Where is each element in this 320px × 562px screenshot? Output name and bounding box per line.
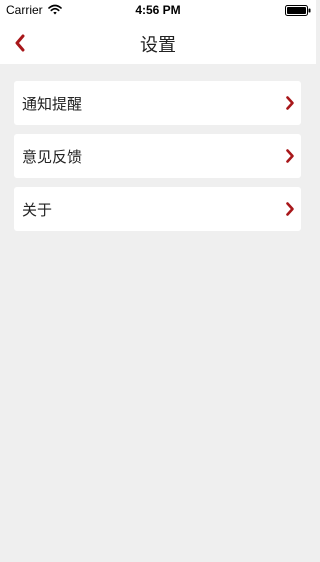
menu-item-label: 通知提醒 <box>22 95 83 113</box>
navigation-bar: 设置 <box>0 22 316 64</box>
chevron-right-icon <box>286 202 294 216</box>
chevron-right-icon <box>286 149 294 163</box>
menu-item-label: 关于 <box>22 201 53 219</box>
page-title: 设置 <box>140 35 176 56</box>
chevron-right-icon <box>286 96 294 110</box>
settings-menu: 通知提醒 意见反馈 关于 <box>14 81 301 240</box>
menu-item-feedback[interactable]: 意见反馈 <box>14 134 301 178</box>
menu-item-notifications[interactable]: 通知提醒 <box>14 81 301 125</box>
status-time: 4:56 PM <box>135 3 181 17</box>
battery-full-icon <box>285 5 311 16</box>
menu-item-about[interactable]: 关于 <box>14 187 301 231</box>
status-bar: Carrier 4:56 PM <box>0 0 316 22</box>
top-area: Carrier 4:56 PM 设置 <box>0 0 316 64</box>
menu-item-label: 意见反馈 <box>22 148 83 166</box>
